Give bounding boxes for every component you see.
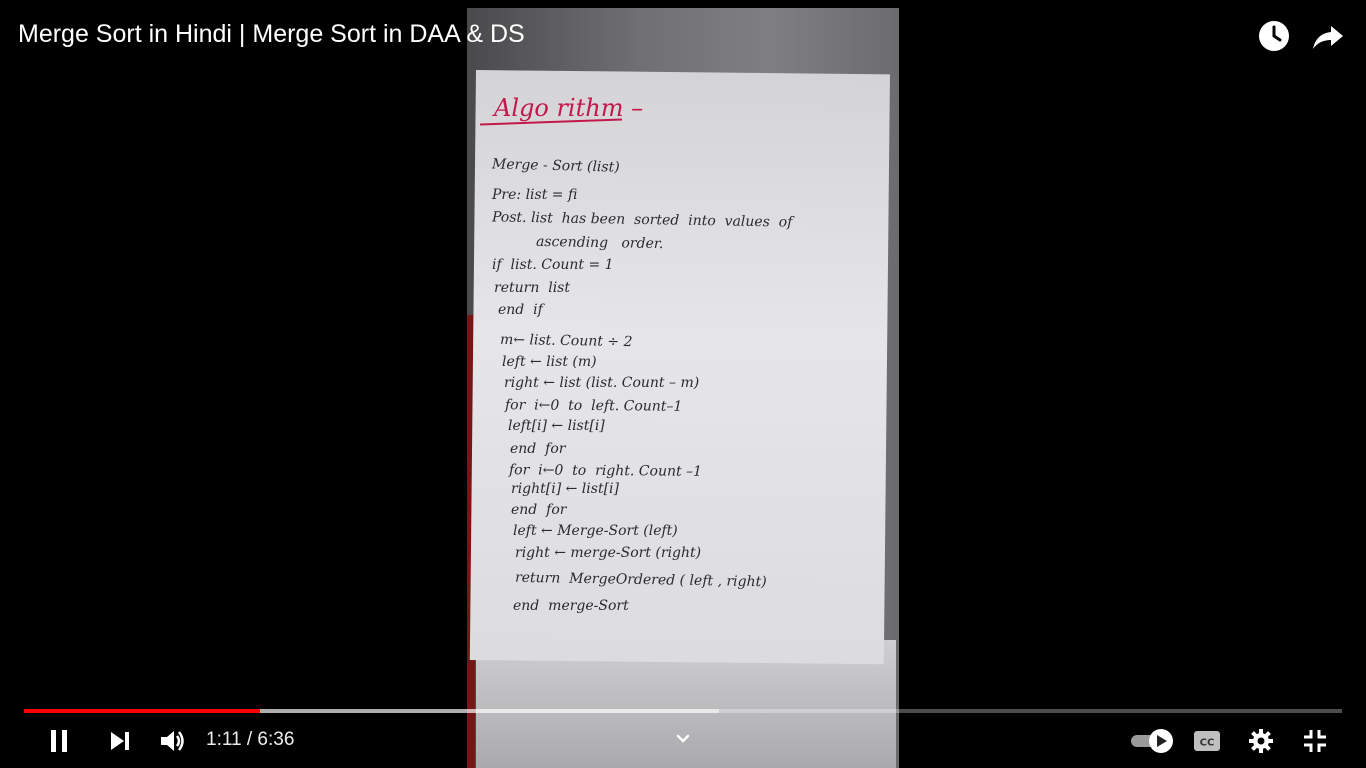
duration: 6:36 bbox=[257, 729, 295, 750]
notes-line: right[i] ← list[i] bbox=[511, 481, 619, 497]
notes-line: left ← Merge-Sort (left) bbox=[513, 523, 678, 539]
cc-icon: CC bbox=[1194, 731, 1220, 751]
notes-line: if list. Count = 1 bbox=[492, 257, 614, 273]
exit-fullscreen-button[interactable] bbox=[1297, 724, 1333, 758]
gear-icon bbox=[1249, 729, 1273, 753]
time-display: 1:11 / 6:36 bbox=[206, 729, 294, 751]
video-surface[interactable]: Algo rithm – Merge - Sort (list) Pre: li… bbox=[0, 0, 1366, 768]
notes-line: left[i] ← list[i] bbox=[508, 418, 605, 434]
notes-line: for i←0 to right. Count –1 bbox=[508, 462, 703, 480]
autoplay-toggle[interactable] bbox=[1128, 724, 1176, 758]
notes-line: ascending order. bbox=[535, 233, 664, 253]
progress-played bbox=[24, 709, 260, 713]
captions-button[interactable]: CC bbox=[1189, 724, 1225, 758]
notes-line: end for bbox=[510, 441, 566, 457]
time-separator: / bbox=[246, 729, 253, 750]
watch-later-button[interactable] bbox=[1256, 18, 1292, 54]
video-title[interactable]: Merge Sort in Hindi | Merge Sort in DAA … bbox=[18, 20, 525, 49]
next-button[interactable] bbox=[102, 724, 138, 758]
volume-icon bbox=[161, 731, 184, 751]
notes-line: end merge-Sort bbox=[513, 598, 629, 614]
notes-line: end for bbox=[511, 502, 567, 518]
svg-text:CC: CC bbox=[1200, 738, 1215, 749]
volume-button[interactable] bbox=[154, 724, 190, 758]
notes-line: for i←0 to left. Count–1 bbox=[504, 397, 683, 415]
progress-bar[interactable] bbox=[24, 709, 1342, 713]
current-time: 1:11 bbox=[206, 729, 242, 750]
autoplay-toggle-icon bbox=[1131, 729, 1173, 753]
share-arrow-icon bbox=[1313, 26, 1343, 49]
notes-line: Merge - Sort (list) bbox=[491, 156, 620, 176]
notes-line: right ← list (list. Count – m) bbox=[504, 375, 700, 391]
chevron-down-icon bbox=[676, 734, 690, 743]
next-icon bbox=[111, 732, 129, 750]
notes-line: Pre: list = fi bbox=[492, 187, 578, 203]
clock-icon bbox=[1259, 21, 1289, 51]
settings-button[interactable] bbox=[1243, 724, 1279, 758]
notes-line: return list bbox=[494, 280, 570, 296]
notes-line: m← list. Count ÷ 2 bbox=[499, 331, 633, 351]
notes-line: left ← list (m) bbox=[502, 354, 597, 370]
share-button[interactable] bbox=[1310, 18, 1346, 54]
pause-icon bbox=[51, 730, 67, 752]
notes-line: right ← merge-Sort (right) bbox=[515, 545, 702, 561]
notes-line: end if bbox=[498, 302, 543, 318]
pause-button[interactable] bbox=[41, 724, 77, 758]
exit-fullscreen-icon bbox=[1304, 730, 1326, 752]
expand-chevron-button[interactable] bbox=[665, 722, 701, 756]
